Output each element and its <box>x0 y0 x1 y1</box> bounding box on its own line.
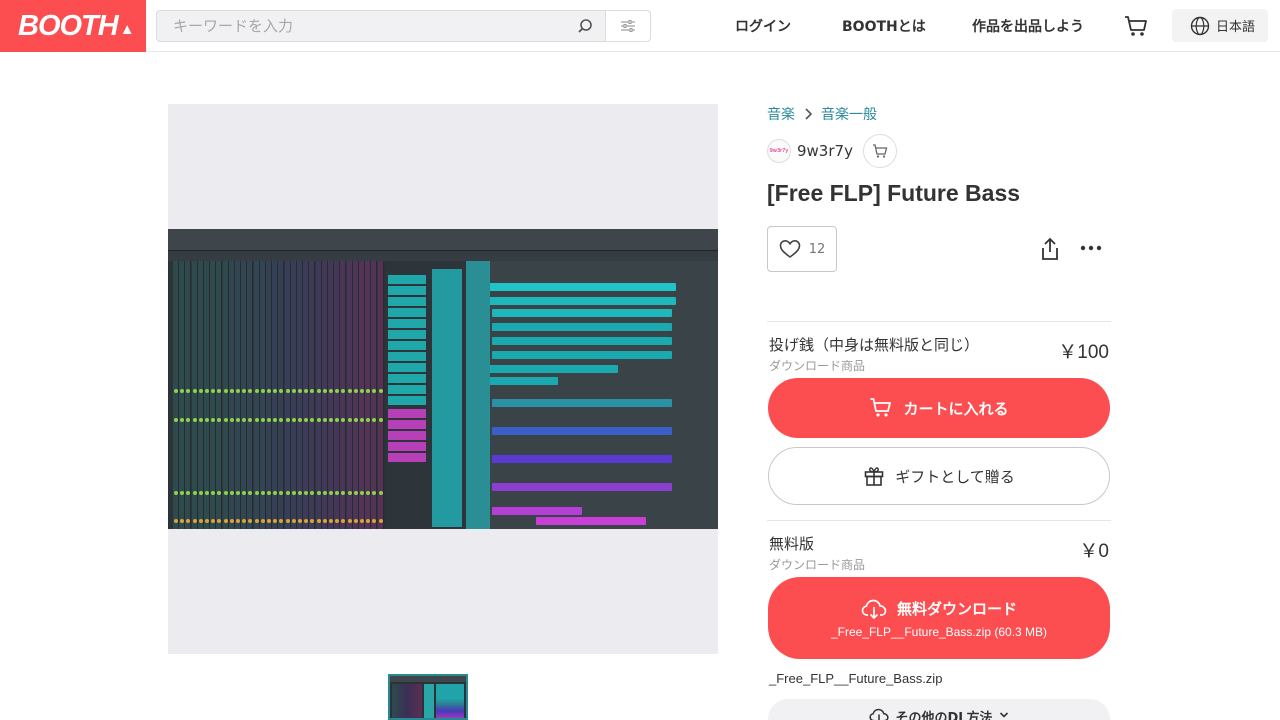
variant-name: 投げ銭（中身は無料版と同じ） <box>769 336 980 354</box>
booth-logo[interactable]: BOOTH ▲ <box>0 0 146 52</box>
cart-icon <box>870 398 892 417</box>
variant-price: ￥100 <box>1058 342 1109 363</box>
breadcrumb-category[interactable]: 音楽 <box>767 104 795 124</box>
product-screenshot <box>168 229 718 529</box>
breadcrumb: 音楽 音楽一般 <box>767 104 877 124</box>
search-bar <box>156 10 651 42</box>
cloud-download-icon <box>869 708 890 720</box>
free-download-button[interactable]: 無料ダウンロード _Free_FLP__Future_Bass.zip (60.… <box>768 577 1110 659</box>
chevron-down-icon <box>999 712 1008 718</box>
language-selector[interactable]: 日本語 <box>1172 9 1268 42</box>
variant-name: 無料版 <box>769 535 815 553</box>
like-button[interactable]: 12 <box>767 226 837 272</box>
thumbnail-1[interactable] <box>388 674 468 720</box>
cart-icon <box>872 144 888 158</box>
cloud-download-icon <box>861 599 887 619</box>
site-header: BOOTH▲ ログイン BOOTHとは 作品を出品しよう 日本語 <box>0 0 1280 52</box>
shop-cart-button[interactable] <box>862 134 897 168</box>
like-count: 12 <box>808 241 826 257</box>
add-to-cart-button[interactable]: カートに入れる <box>768 378 1110 438</box>
more-options-icon[interactable] <box>1078 236 1104 260</box>
variant-free: 無料版 ダウンロード商品 ￥0 無料ダウンロード _Free_FLP__Futu… <box>767 520 1111 670</box>
seller-info: 9w3r7y 9w3r7y <box>767 134 897 168</box>
cat-icon: ▲ <box>119 20 135 38</box>
heart-icon <box>779 239 801 258</box>
filter-icon[interactable] <box>605 11 650 41</box>
product-image-gallery[interactable] <box>168 104 718 654</box>
seller-name[interactable]: 9w3r7y <box>797 142 853 160</box>
breadcrumb-subcategory[interactable]: 音楽一般 <box>821 104 877 124</box>
seller-avatar[interactable]: 9w3r7y <box>767 139 791 163</box>
gift-icon <box>864 467 884 486</box>
cart-icon[interactable] <box>1122 12 1150 40</box>
logo-text: BOOTH <box>18 9 119 42</box>
download-file-info: _Free_FLP__Future_Bass.zip (60.3 MB) <box>830 624 1048 639</box>
product-title: [Free FLP] Future Bass <box>767 180 1021 206</box>
other-download-methods-button[interactable]: その他のDL方法 <box>768 699 1110 720</box>
search-icon[interactable] <box>565 11 605 41</box>
variant-price: ￥0 <box>1079 541 1109 562</box>
gift-button[interactable]: ギフトとして贈る <box>768 447 1110 505</box>
search-input[interactable] <box>157 11 565 41</box>
variant-type: ダウンロード商品 <box>769 359 866 373</box>
download-filename: _Free_FLP__Future_Bass.zip <box>769 671 943 686</box>
share-icon[interactable] <box>1038 236 1062 262</box>
variant-tip: 投げ銭（中身は無料版と同じ） ダウンロード商品 ￥100 カートに入れる ギフト… <box>767 321 1111 521</box>
nav-sell[interactable]: 作品を出品しよう <box>972 0 1084 52</box>
globe-icon <box>1190 16 1210 35</box>
variant-type: ダウンロード商品 <box>769 558 866 572</box>
nav-about[interactable]: BOOTHとは <box>842 0 926 52</box>
language-label: 日本語 <box>1216 20 1256 35</box>
chevron-right-icon <box>805 108 813 120</box>
nav-login[interactable]: ログイン <box>735 0 791 52</box>
